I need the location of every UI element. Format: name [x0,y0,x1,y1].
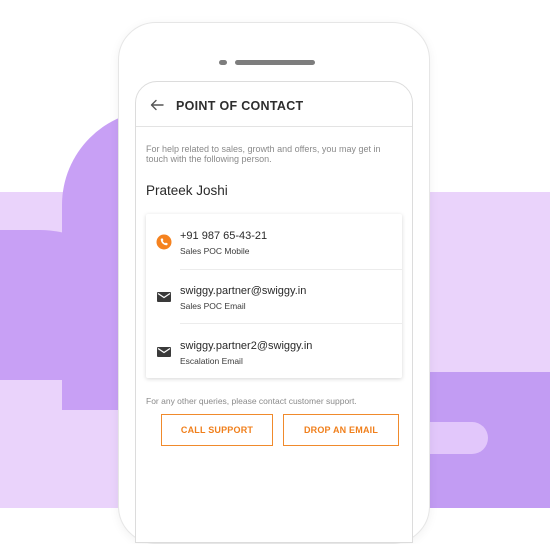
mail-icon [157,292,171,302]
call-support-button[interactable]: CALL SUPPORT [161,414,273,446]
page-title: POINT OF CONTACT [176,99,304,113]
contact-sales-email-label: Sales POC Email [180,301,246,311]
other-queries-text: For any other queries, please contact cu… [146,396,357,406]
phone-icon [156,234,172,250]
phone-frame: POINT OF CONTACT For help related to sal… [118,22,430,544]
phone-speaker [235,60,315,65]
drop-email-button[interactable]: DROP AN EMAIL [283,414,399,446]
contact-phone-label: Sales POC Mobile [180,246,250,256]
contact-row-escalation-email[interactable]: swiggy.partner2@swiggy.in Escalation Ema… [146,324,402,378]
contact-row-sales-email[interactable]: swiggy.partner@swiggy.in Sales POC Email [146,269,402,323]
screen-header: POINT OF CONTACT [136,82,412,127]
point-of-contact-screen: POINT OF CONTACT For help related to sal… [135,81,413,543]
contact-card: +91 987 65-43-21 Sales POC Mobile swiggy… [146,214,402,378]
contact-phone-value: +91 987 65-43-21 [180,230,268,242]
contact-escalation-email-value: swiggy.partner2@swiggy.in [180,340,313,352]
phone-camera [219,60,227,65]
contact-name: Prateek Joshi [146,183,228,198]
help-text: For help related to sales, growth and of… [146,144,381,164]
contact-row-phone[interactable]: +91 987 65-43-21 Sales POC Mobile [146,214,402,268]
contact-escalation-email-label: Escalation Email [180,356,243,366]
contact-sales-email-value: swiggy.partner@swiggy.in [180,285,307,297]
arrow-left-icon[interactable] [150,98,164,112]
mail-icon [157,347,171,357]
